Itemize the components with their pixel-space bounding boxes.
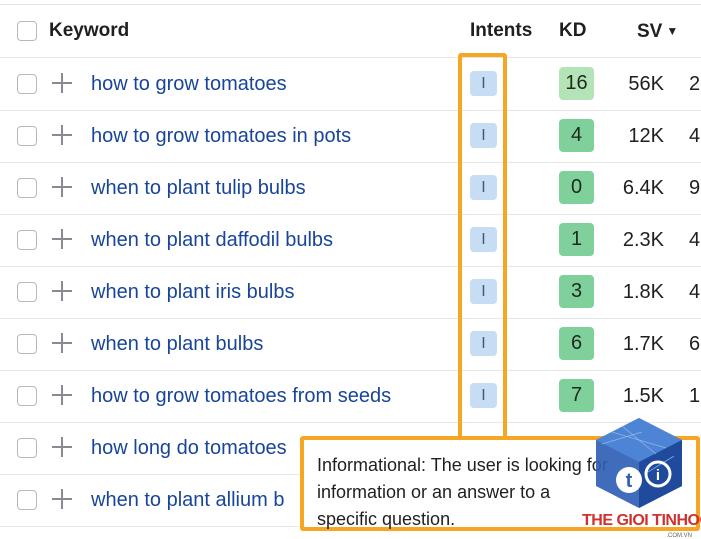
caret-down-icon: ▼ [666,24,679,38]
header-kd[interactable]: KD [559,5,586,57]
table-row: when to plant iris bulbs I 3 1.8K 4 [0,266,701,319]
keyword-link[interactable]: when to plant tulip bulbs [91,162,306,214]
table-header: Keyword Intents KD SV ▼ [0,5,701,58]
next-column-value: 4 [689,229,701,251]
table-row: how to grow tomatoes in pots I 4 12K 4 [0,110,701,163]
watermark-domain: .COM.VN [666,533,692,539]
table-row: when to plant bulbs I 6 1.7K 6 [0,318,701,371]
intents-column-highlight [458,53,507,443]
next-column-value: 4 [689,281,701,303]
row-checkbox[interactable] [17,386,37,406]
keyword-link[interactable]: how to grow tomatoes in pots [91,110,351,162]
kd-badge: 7 [559,379,594,412]
header-keyword[interactable]: Keyword [49,5,129,57]
kd-badge: 16 [559,67,594,100]
search-volume: 12K [628,125,664,147]
header-sv-label: SV [637,21,663,42]
table-row: when to plant daffodil bulbs I 1 2.3K 4 [0,214,701,267]
header-intents[interactable]: Intents [470,5,532,57]
row-checkbox[interactable] [17,230,37,250]
watermark: t i THE GIOI TINHOC .COM.VN [582,412,701,539]
svg-text:t: t [626,470,633,492]
search-volume: 56K [628,73,664,95]
next-column-value: 6 [689,333,701,355]
kd-badge: 4 [559,119,594,152]
add-keyword-plus-icon[interactable] [52,437,72,457]
next-column-value: 4 [689,125,701,147]
add-keyword-plus-icon[interactable] [52,385,72,405]
cube-logo-icon: t i [596,418,682,508]
kd-badge: 1 [559,223,594,256]
row-checkbox[interactable] [17,282,37,302]
next-column-value: 9 [689,177,701,199]
table-row: how to grow tomatoes I 16 56K 2 [0,58,701,111]
add-keyword-plus-icon[interactable] [52,333,72,353]
next-column-value: 2 [689,73,701,95]
keyword-link[interactable]: when to plant iris bulbs [91,266,294,318]
search-volume: 6.4K [622,177,664,199]
search-volume: 2.3K [622,229,664,251]
add-keyword-plus-icon[interactable] [52,489,72,509]
keyword-link[interactable]: how long do tomatoes [91,422,287,474]
row-checkbox[interactable] [17,74,37,94]
keyword-link[interactable]: when to plant bulbs [91,318,263,370]
row-checkbox[interactable] [17,178,37,198]
row-checkbox[interactable] [17,334,37,354]
add-keyword-plus-icon[interactable] [52,229,72,249]
keyword-link[interactable]: when to plant allium b [91,474,284,526]
row-checkbox[interactable] [17,490,37,510]
add-keyword-plus-icon[interactable] [52,125,72,145]
add-keyword-plus-icon[interactable] [52,281,72,301]
table-row: when to plant tulip bulbs I 0 6.4K 9 [0,162,701,215]
add-keyword-plus-icon[interactable] [52,73,72,93]
header-sv[interactable]: SV ▼ [637,5,678,57]
keyword-link[interactable]: when to plant daffodil bulbs [91,214,333,266]
keyword-link[interactable]: how to grow tomatoes [91,58,287,110]
kd-badge: 6 [559,327,594,360]
svg-text:i: i [656,467,660,484]
row-checkbox[interactable] [17,126,37,146]
add-keyword-plus-icon[interactable] [52,177,72,197]
keyword-link[interactable]: how to grow tomatoes from seeds [91,370,391,422]
search-volume: 1.7K [622,333,664,355]
search-volume: 1.8K [622,281,664,303]
row-checkbox[interactable] [17,438,37,458]
kd-badge: 3 [559,275,594,308]
select-all-checkbox[interactable] [17,21,37,41]
kd-badge: 0 [559,171,594,204]
watermark-brand: THE GIOI TINHOC [582,512,701,529]
